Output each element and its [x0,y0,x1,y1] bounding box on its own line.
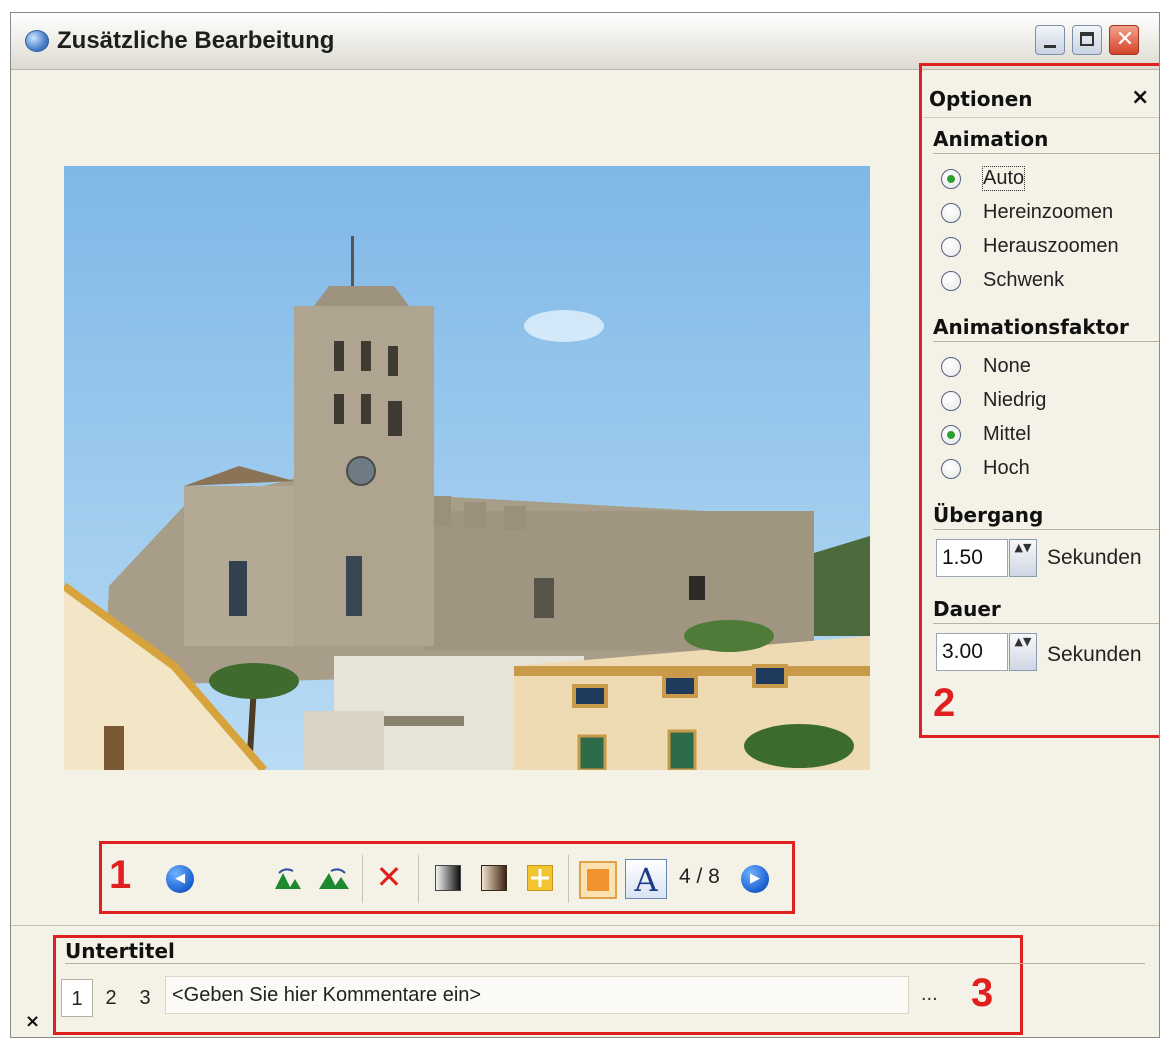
radio-button[interactable] [941,203,961,223]
close-subtitle-button[interactable]: × [25,1011,40,1032]
photo-preview[interactable] [64,166,870,770]
transition-section-title: Übergang [933,503,1044,527]
options-divider [923,117,1159,118]
rotate-left-button[interactable] [273,865,303,893]
minimize-icon [1044,45,1056,48]
callout-1: 1 [109,853,132,897]
crop-button[interactable] [527,865,553,891]
comment-input[interactable]: <Geben Sie hier Kommentare ein> [165,976,909,1014]
section-divider [65,963,1145,964]
transition-seconds-input[interactable]: 1.50 [936,539,1008,577]
sepia-button[interactable] [481,865,507,891]
subtitle-line-2[interactable]: 2 [95,979,127,1017]
close-window-button[interactable]: ✕ [1109,25,1139,55]
subtitle-title: Untertitel [65,939,175,963]
radio-label: Hereinzoomen [983,201,1114,223]
radio-label: Niedrig [983,389,1047,411]
crop-icon [531,869,549,887]
maximize-button[interactable] [1072,25,1102,55]
title-bar[interactable]: Zusätzliche Bearbeitung ✕ [11,13,1159,70]
minimize-button[interactable] [1035,25,1065,55]
adjust-button[interactable] [579,861,617,899]
editing-window: Zusätzliche Bearbeitung ✕ 1 ◀ ✕ A 4 / 8 … [10,12,1160,1038]
section-divider [933,623,1159,624]
close-options-button[interactable]: × [1131,85,1149,110]
callout-2: 2 [933,681,956,725]
previous-image-button[interactable]: ◀ [166,865,194,893]
radio-button[interactable] [941,271,961,291]
radio-button[interactable] [941,391,961,411]
animation-section-title: Animation [933,127,1049,151]
duration-seconds-input[interactable]: 3.00 [936,633,1008,671]
duration-section-title: Dauer [933,597,1001,621]
radio-button[interactable] [941,169,961,189]
radio-button[interactable] [941,425,961,445]
section-divider [933,341,1159,342]
radio-button[interactable] [941,459,961,479]
radio-label: Hoch [983,457,1030,479]
window-title: Zusätzliche Bearbeitung [57,27,335,54]
app-icon [25,30,49,52]
transition-unit-label: Sekunden [1047,546,1142,569]
next-icon: ▶ [750,871,760,886]
font-icon: A [634,861,658,899]
rotate-left-icon [275,868,301,889]
more-options-button[interactable]: ... [921,983,938,1006]
delete-image-button[interactable]: ✕ [373,859,405,895]
radio-label: Mittel [983,423,1031,445]
radio-button[interactable] [941,357,961,377]
transition-spinner[interactable]: ▲▼ [1009,539,1037,577]
duration-spinner[interactable]: ▲▼ [1009,633,1037,671]
next-image-button[interactable]: ▶ [741,865,769,893]
radio-label: Schwenk [983,269,1065,291]
radio-label: None [983,355,1031,377]
page-counter: 4 / 8 [679,865,720,888]
radio-label: Herauszoomen [983,235,1119,257]
toolbar-separator [362,855,363,903]
church-photo [64,166,870,770]
radio-button[interactable] [941,237,961,257]
delete-icon: ✕ [375,858,403,896]
subtitle-line-3[interactable]: 3 [129,979,161,1017]
toolbar-separator [568,855,569,903]
subtitle-line-1[interactable]: 1 [61,979,93,1017]
grayscale-button[interactable] [435,865,461,891]
panel-divider [11,925,1159,926]
section-divider [933,529,1159,530]
duration-unit-label: Sekunden [1047,643,1142,666]
previous-icon: ◀ [175,871,185,886]
rotate-right-icon [319,868,349,889]
factor-section-title: Animationsfaktor [933,315,1129,339]
close-icon: ✕ [1115,27,1135,52]
toolbar-separator [418,855,419,903]
section-divider [933,153,1159,154]
callout-3: 3 [971,971,994,1015]
text-button[interactable]: A [625,859,667,899]
rotate-right-button[interactable] [317,865,351,893]
radio-label: Auto [981,166,1026,191]
adjust-icon [587,869,609,891]
options-title: Optionen [929,87,1033,111]
maximize-icon [1080,32,1094,46]
